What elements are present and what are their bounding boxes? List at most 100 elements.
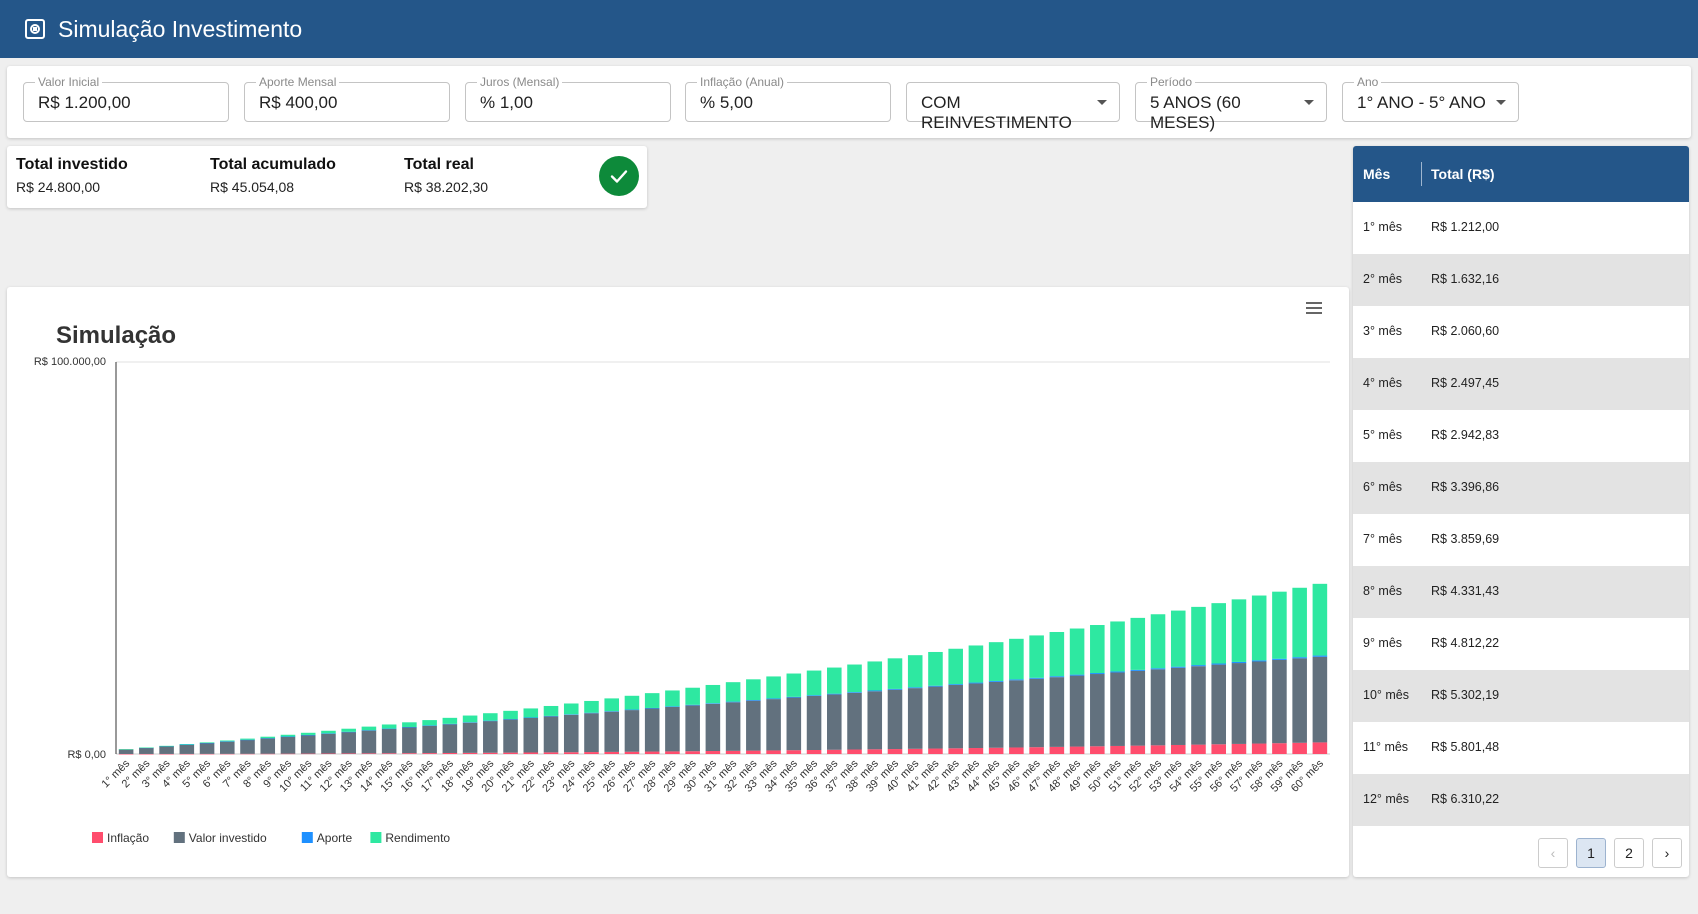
bar-segment — [199, 742, 215, 743]
bar-segment — [1009, 747, 1024, 754]
bar-segment — [766, 699, 781, 751]
month-cell: 11° mês — [1363, 740, 1409, 754]
bar-segment — [604, 751, 619, 754]
bar-segment — [988, 681, 1004, 748]
legend-swatch — [173, 832, 185, 843]
total-cell: R$ 1.212,00 — [1431, 220, 1500, 234]
bar-segment — [988, 680, 1004, 682]
ano-select[interactable]: Ano 1° ANO - 5° ANO — [1342, 75, 1519, 122]
bar-segment — [462, 722, 478, 753]
bar-segment — [240, 739, 255, 754]
bar-segment — [725, 701, 741, 703]
bar-segment — [1312, 742, 1328, 754]
total-cell: R$ 6.310,22 — [1431, 792, 1500, 806]
month-cell: 7° mês — [1363, 532, 1403, 546]
bar-segment — [1110, 621, 1125, 672]
bar-segment — [483, 713, 498, 721]
bar-segment — [159, 746, 174, 754]
bar-segment — [300, 735, 316, 754]
bar-segment — [1130, 617, 1146, 670]
bar-segment — [907, 688, 923, 749]
month-cell: 4° mês — [1363, 376, 1403, 390]
month-cell: 2° mês — [1363, 272, 1403, 286]
bar-segment — [260, 736, 276, 739]
bar-segment — [644, 751, 660, 754]
bar-segment — [1029, 747, 1044, 754]
bar-segment — [402, 753, 417, 754]
bar-segment — [1090, 625, 1105, 674]
bar-segment — [361, 730, 377, 754]
bar-segment — [220, 740, 235, 742]
bar-segment — [139, 747, 154, 749]
bar-segment — [503, 710, 518, 720]
bar-segment — [1090, 673, 1105, 675]
bar-segment — [503, 752, 518, 754]
legend-swatch — [370, 832, 382, 843]
bar-segment — [321, 730, 336, 734]
bar-segment — [1009, 638, 1024, 680]
bar-segment — [665, 706, 680, 752]
bar-segment — [624, 695, 640, 710]
bar-segment — [685, 705, 700, 752]
prev-page-button[interactable]: ‹ — [1538, 838, 1568, 868]
bar-segment — [1211, 664, 1226, 745]
bar-segment — [948, 648, 963, 685]
bar-segment — [381, 728, 397, 754]
bar-segment — [827, 667, 842, 694]
bar-segment — [786, 696, 802, 698]
bar-segment — [1150, 614, 1166, 669]
bar-segment — [867, 749, 883, 754]
bar-segment — [381, 724, 397, 729]
bar-segment — [563, 752, 579, 754]
total-cell: R$ 4.812,22 — [1431, 636, 1500, 650]
bar-segment — [1272, 743, 1287, 754]
bar-segment — [1191, 606, 1206, 666]
bar-segment — [685, 687, 700, 705]
column-header-mes[interactable]: Mês — [1363, 166, 1390, 182]
bar-segment — [1231, 661, 1247, 664]
bar-segment — [1292, 658, 1307, 743]
bar-segment — [1090, 674, 1105, 747]
bar-segment — [948, 748, 963, 754]
month-cell: 3° mês — [1363, 324, 1403, 338]
bar-segment — [928, 651, 943, 686]
bar-segment — [118, 749, 134, 754]
bar-segment — [907, 655, 923, 688]
bar-segment — [584, 712, 599, 714]
bar-segment — [260, 738, 276, 754]
bar-segment — [220, 753, 235, 755]
bar-segment — [240, 753, 255, 755]
table-row: 3° mês R$ 2.060,60 — [1353, 306, 1689, 358]
bar-segment — [1272, 658, 1287, 660]
bar-segment — [644, 707, 660, 709]
bar-segment — [928, 685, 943, 687]
bar-segment — [604, 711, 619, 752]
bar-segment — [543, 752, 559, 754]
bar-segment — [887, 689, 903, 750]
page-2-button[interactable]: 2 — [1614, 838, 1644, 868]
table-row: 12° mês R$ 6.310,22 — [1353, 774, 1689, 826]
bar-segment — [1251, 660, 1267, 662]
bar-segment — [442, 724, 458, 753]
bar-segment — [402, 727, 417, 728]
bar-segment — [1292, 742, 1307, 754]
bar-segment — [523, 708, 539, 718]
bar-segment — [725, 702, 741, 751]
bar-segment — [240, 739, 255, 741]
bar-segment — [685, 751, 700, 754]
next-page-button[interactable]: › — [1652, 838, 1682, 868]
legend-label: Inflação — [107, 831, 149, 845]
bar-segment — [867, 691, 883, 750]
bar-segment — [766, 676, 781, 699]
bar-segment — [766, 750, 781, 754]
legend-swatch — [301, 832, 313, 843]
bar-segment — [928, 686, 943, 749]
bar-segment — [1130, 669, 1146, 671]
page-1-button[interactable]: 1 — [1576, 838, 1606, 868]
bar-segment — [867, 661, 883, 691]
column-header-total[interactable]: Total (R$) — [1431, 166, 1495, 182]
bar-segment — [483, 720, 498, 722]
bar-segment — [361, 730, 377, 731]
bar-segment — [118, 753, 134, 755]
bar-segment — [847, 692, 862, 693]
